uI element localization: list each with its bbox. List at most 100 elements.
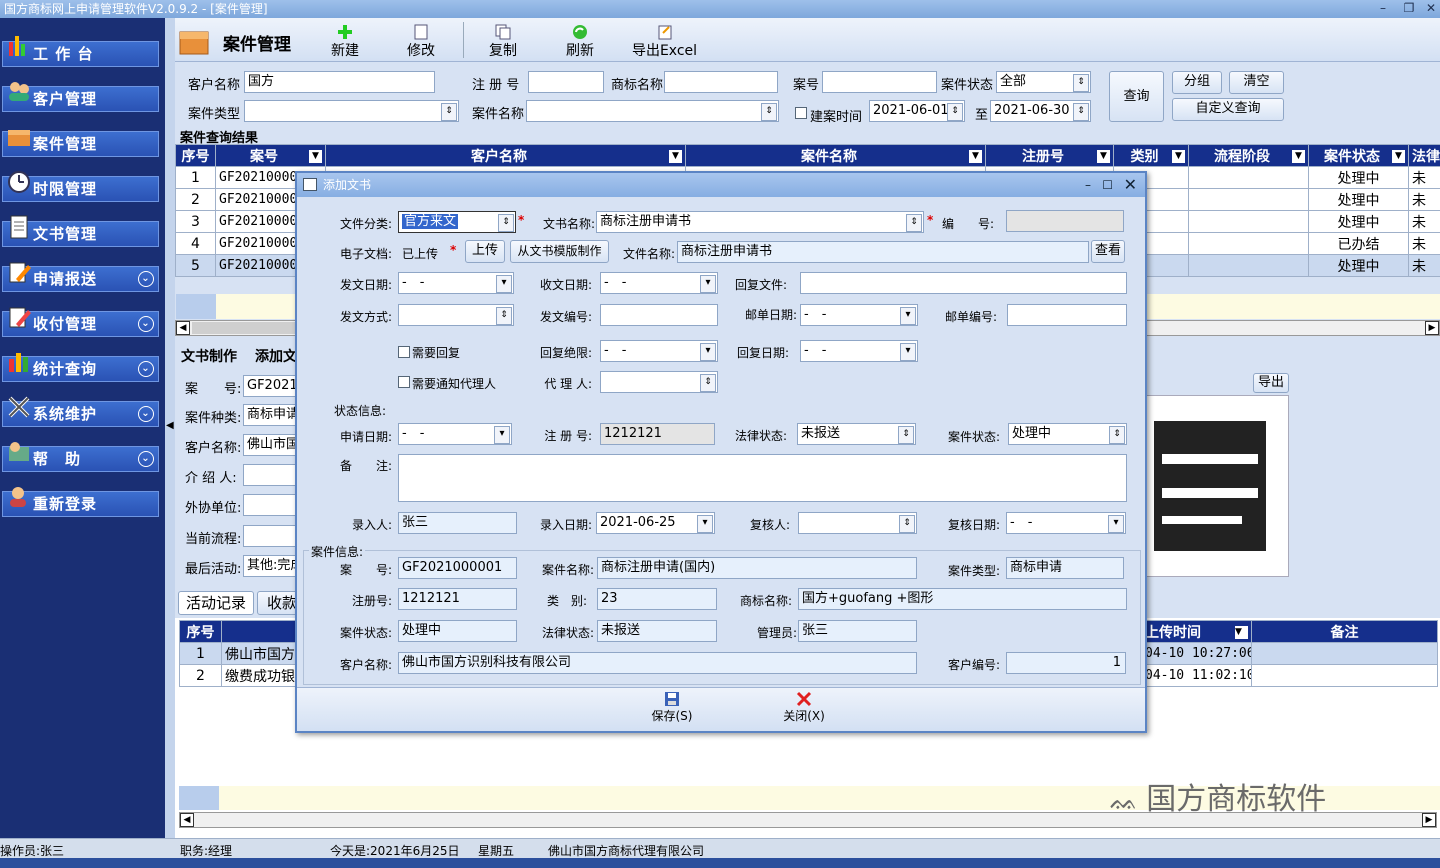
custom-query-button[interactable]: 自定义查询 xyxy=(1172,98,1284,121)
column-header[interactable]: 案件状态 ▼ xyxy=(1308,144,1409,167)
customers-icon xyxy=(6,75,32,105)
minimize-icon[interactable]: – xyxy=(1085,173,1091,197)
doc-class-select[interactable]: 官方来文 xyxy=(398,211,516,233)
column-header[interactable]: 客户名称 ▼ xyxy=(325,144,686,167)
sidebar-item-statistics[interactable]: 统计查询 ⌄ xyxy=(2,353,159,382)
filter-dropdown-icon[interactable]: ▼ xyxy=(1097,149,1110,163)
export-button[interactable]: 导出 xyxy=(1253,373,1289,393)
chevron-down-icon[interactable]: ⌄ xyxy=(138,316,154,332)
receive-date-picker[interactable]: - - xyxy=(600,272,718,294)
sidebar-item-submission[interactable]: 申请报送 ⌄ xyxy=(2,262,159,292)
case-type-field: 商标申请 xyxy=(1006,557,1124,579)
column-header[interactable]: 类别 ▼ xyxy=(1113,144,1189,167)
column-header[interactable]: 流程阶段 ▼ xyxy=(1188,144,1309,167)
entry-date-picker[interactable]: 2021-06-25 xyxy=(596,512,715,534)
case-status-select[interactable]: 全部 xyxy=(996,71,1091,93)
maximize-icon[interactable]: ☐ xyxy=(1102,173,1113,197)
date-from-picker[interactable]: 2021-06-01 xyxy=(869,100,965,122)
chevron-down-icon[interactable]: ⌄ xyxy=(138,361,154,377)
sidebar-item-documents[interactable]: 文书管理 xyxy=(2,215,159,247)
sidebar-item-help[interactable]: 帮 助 ⌄ xyxy=(2,442,159,472)
sidebar-item-cases[interactable]: 案件管理 xyxy=(2,130,159,157)
export-excel-button[interactable]: 导出Excel xyxy=(627,20,702,60)
date-filter-checkbox[interactable] xyxy=(795,107,807,119)
case-name-select[interactable] xyxy=(526,100,779,122)
chevron-down-icon[interactable]: ⌄ xyxy=(138,406,154,422)
column-header[interactable]: 案件名称 ▼ xyxy=(685,144,986,167)
reply-limit-picker[interactable]: - - xyxy=(600,340,718,362)
filter-dropdown-icon[interactable]: ▼ xyxy=(1172,149,1185,163)
query-button[interactable]: 查询 xyxy=(1109,71,1164,122)
save-button[interactable]: 保存(S) xyxy=(647,691,697,724)
filter-dropdown-icon[interactable]: ▼ xyxy=(669,149,682,163)
filter-dropdown-icon[interactable]: ▼ xyxy=(1292,149,1305,163)
date-to-picker[interactable]: 2021-06-30 xyxy=(990,100,1091,122)
reg-no-input[interactable] xyxy=(528,71,604,93)
toolbar: 案件管理 新建 修改 复制 刷新 导出Excel xyxy=(175,18,1440,62)
law-state-select[interactable]: 未报送 xyxy=(797,423,916,445)
case-no-input[interactable] xyxy=(822,71,937,93)
filter-dropdown-icon[interactable]: ▼ xyxy=(1235,625,1248,639)
document-icon xyxy=(6,210,32,240)
sidebar-item-relogin[interactable]: 重新登录 xyxy=(2,487,159,517)
send-date-picker[interactable]: - - xyxy=(398,272,514,294)
tab-activity-log[interactable]: 活动记录 xyxy=(178,591,254,615)
column-header[interactable]: 案号 ▼ xyxy=(215,144,326,167)
view-button[interactable]: 查看 xyxy=(1091,240,1125,263)
case-type-select[interactable] xyxy=(244,100,459,122)
filter-dropdown-icon[interactable]: ▼ xyxy=(1392,149,1405,163)
apply-date-picker[interactable]: - - xyxy=(398,423,512,445)
mail-no-input[interactable] xyxy=(1007,304,1127,326)
customer-name-input[interactable]: 国方 xyxy=(244,71,435,93)
agent-select[interactable] xyxy=(600,371,718,393)
tab-add-document[interactable]: 添加文 xyxy=(255,346,297,366)
column-header[interactable]: 注册号 ▼ xyxy=(985,144,1114,167)
entry-by-field: 张三 xyxy=(398,512,517,534)
chevron-down-icon[interactable]: ⌄ xyxy=(138,271,154,287)
review-by-select[interactable] xyxy=(798,512,917,534)
sidebar-item-workbench[interactable]: 工 作 台 xyxy=(2,36,159,67)
close-button[interactable]: 关闭(X) xyxy=(779,691,829,724)
chevron-down-icon[interactable]: ⌄ xyxy=(138,451,154,467)
edit-button[interactable]: 修改 xyxy=(401,20,441,60)
copy-button[interactable]: 复制 xyxy=(483,20,523,60)
close-icon[interactable]: ✕ xyxy=(1124,173,1137,197)
remarks-textarea[interactable] xyxy=(398,454,1127,502)
need-reply-checkbox[interactable] xyxy=(398,346,410,358)
sidebar-item-maintenance[interactable]: 系统维护 ⌄ xyxy=(2,396,159,427)
reg-no-field: 1212121 xyxy=(600,423,715,445)
review-date-picker[interactable]: - - xyxy=(1006,512,1126,534)
reply-date-picker[interactable]: - - xyxy=(800,340,918,362)
relogin-icon xyxy=(6,480,32,510)
mail-date-picker[interactable]: - - xyxy=(800,304,918,326)
sidebar-item-payments[interactable]: 收付管理 ⌄ xyxy=(2,307,159,337)
column-header[interactable]: 序号 xyxy=(175,144,216,167)
close-window-button[interactable]: ✕ xyxy=(1420,0,1440,18)
new-button[interactable]: 新建 xyxy=(325,20,365,60)
from-template-button[interactable]: 从文书模版制作 xyxy=(510,240,609,263)
filter-dropdown-icon[interactable]: ▼ xyxy=(969,149,982,163)
operator-status: 操作员:张三 xyxy=(0,844,65,858)
column-header[interactable]: 法律 xyxy=(1408,144,1440,167)
send-no-input[interactable] xyxy=(600,304,718,326)
sidebar-splitter[interactable]: ◀ xyxy=(165,18,175,838)
restore-button[interactable]: ❐ xyxy=(1398,0,1420,18)
notify-agent-checkbox[interactable] xyxy=(398,376,410,388)
clear-button[interactable]: 清空 xyxy=(1229,71,1284,94)
upload-button[interactable]: 上传 xyxy=(465,240,505,263)
brand-name-input[interactable] xyxy=(664,71,778,93)
minimize-button[interactable]: – xyxy=(1372,0,1394,18)
send-mode-select[interactable] xyxy=(398,304,514,326)
refresh-button[interactable]: 刷新 xyxy=(560,20,600,60)
filter-dropdown-icon[interactable]: ▼ xyxy=(309,149,322,163)
file-name-field: 商标注册申请书 xyxy=(677,241,1089,263)
group-button[interactable]: 分组 xyxy=(1172,71,1222,94)
role-status: 职务:经理 xyxy=(180,844,233,858)
tab-document-make[interactable]: 文书制作 xyxy=(181,346,237,366)
reply-doc-input[interactable] xyxy=(800,272,1127,294)
plus-icon xyxy=(338,25,352,39)
sidebar-item-customers[interactable]: 客户管理 xyxy=(2,82,159,112)
doc-name-select[interactable]: 商标注册申请书 xyxy=(596,211,924,233)
sidebar-item-deadlines[interactable]: 时限管理 xyxy=(2,171,159,202)
case-state-select[interactable]: 处理中 xyxy=(1008,423,1127,445)
